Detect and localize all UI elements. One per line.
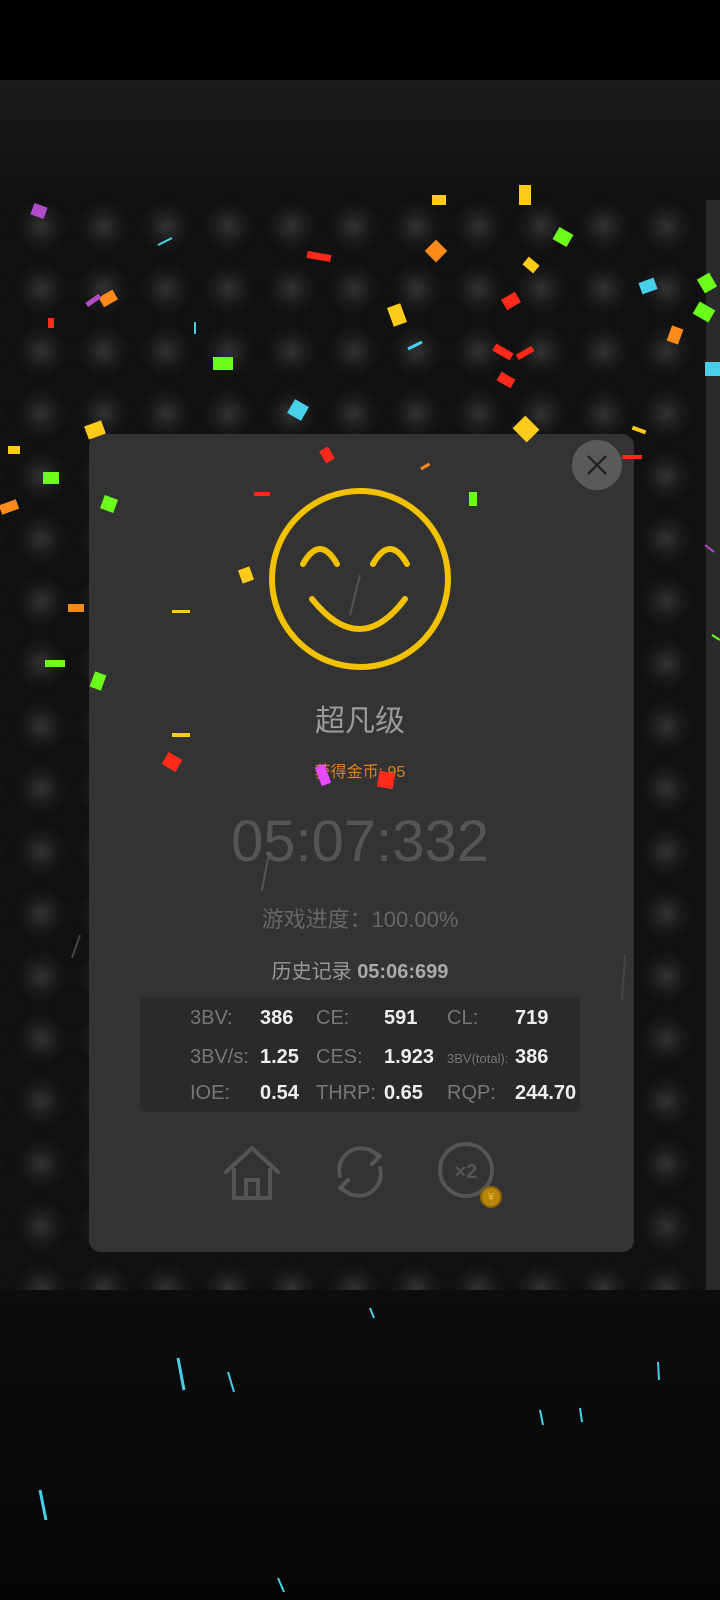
stat-ce-label: CE: bbox=[316, 1007, 350, 1029]
stat-3bv-value: 386 bbox=[260, 1007, 294, 1029]
close-icon bbox=[587, 455, 607, 475]
history-record: 历史记录 05:06:699 bbox=[0, 955, 720, 984]
bottom-area bbox=[0, 1290, 720, 1600]
stat-thrp-label: THRP: bbox=[316, 1082, 376, 1104]
rank-title: 超凡级 bbox=[315, 705, 405, 738]
home-button[interactable] bbox=[220, 1140, 284, 1204]
stat-ioe-label: IOE: bbox=[190, 1082, 231, 1104]
scrollbar bbox=[706, 200, 720, 1300]
stat-ces-value: 1.923 bbox=[384, 1046, 435, 1068]
stat-3bvtotal-label: 3BV(total): bbox=[447, 1051, 509, 1066]
stat-cl-value: 719 bbox=[515, 1007, 549, 1029]
stat-ioe-value: 0.54 bbox=[260, 1082, 299, 1104]
stat-cl-label: CL: bbox=[447, 1007, 479, 1029]
stat-ces-label: CES: bbox=[316, 1046, 363, 1068]
game-timer: 05:07:332 bbox=[230, 809, 490, 874]
stat-rqp-value: 244.70 bbox=[515, 1082, 577, 1104]
stat-3bv-label: 3BV: bbox=[190, 1007, 233, 1029]
history-value: 05:06:699 bbox=[357, 961, 449, 983]
smiley-face-icon bbox=[269, 488, 451, 670]
restart-icon bbox=[337, 1146, 383, 1198]
stat-3bvs-value: 1.25 bbox=[260, 1046, 299, 1068]
close-button[interactable] bbox=[572, 440, 622, 490]
stat-thrp-value: 0.65 bbox=[384, 1082, 423, 1104]
coins-earned: 获得金币: 95 bbox=[314, 764, 406, 781]
stat-rqp-label: RQP: bbox=[447, 1082, 496, 1104]
double-label: ×2 bbox=[455, 1161, 478, 1183]
stat-ce-value: 591 bbox=[384, 1007, 418, 1029]
game-progress: 游戏进度：100.00% bbox=[261, 907, 459, 932]
stat-3bvs-label: 3BV/s: bbox=[190, 1046, 249, 1068]
stat-3bvtotal-value: 386 bbox=[515, 1046, 549, 1068]
home-icon bbox=[224, 1146, 280, 1200]
coin-badge-icon: ¥ bbox=[480, 1186, 502, 1208]
restart-button[interactable] bbox=[328, 1140, 392, 1204]
history-label: 历史记录 bbox=[271, 961, 352, 983]
top-bar-blurred bbox=[0, 80, 720, 175]
